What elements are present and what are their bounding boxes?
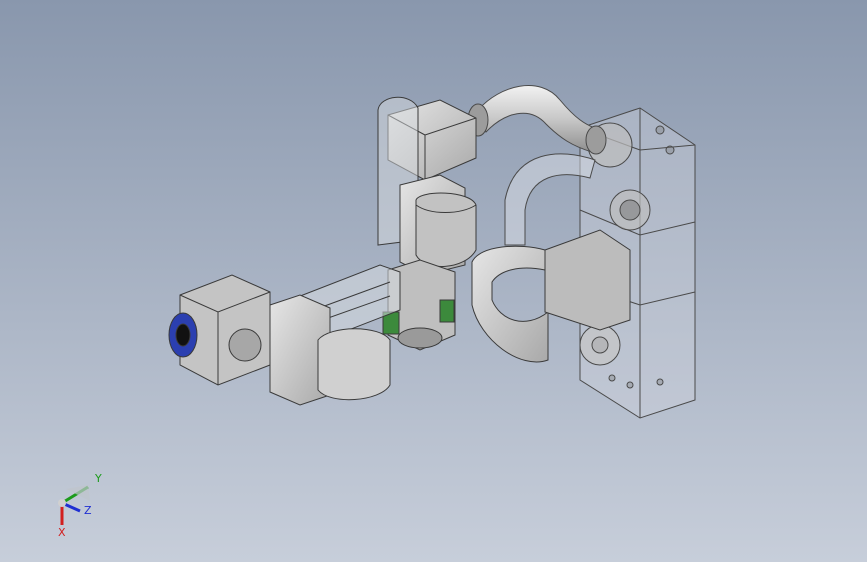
robot-arm-assembly-model[interactable] — [0, 0, 867, 562]
upper-elbow-tube[interactable] — [467, 85, 607, 155]
triad-graphic — [58, 485, 90, 525]
triad-origin-icon — [58, 499, 66, 507]
coordinate-triad: X Y Z — [40, 465, 120, 545]
z-axis-label: Z — [84, 504, 92, 517]
y-axis-label: Y — [95, 472, 102, 485]
graphics-viewport[interactable]: X Y Z — [0, 0, 867, 562]
x-axis-label: X — [58, 526, 66, 539]
vertical-column[interactable] — [399, 174, 477, 276]
end-effector[interactable] — [168, 274, 271, 386]
